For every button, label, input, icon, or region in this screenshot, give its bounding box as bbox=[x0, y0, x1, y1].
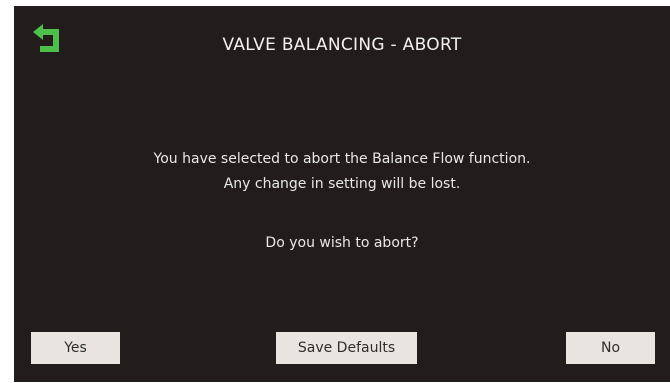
no-button[interactable]: No bbox=[566, 332, 655, 364]
abort-message-line-1: You have selected to abort the Balance F… bbox=[153, 151, 531, 167]
save-defaults-button[interactable]: Save Defaults bbox=[276, 332, 417, 364]
abort-message-line-2: Any change in setting will be lost. bbox=[223, 176, 461, 192]
page-title: VALVE BALANCING - ABORT bbox=[222, 35, 462, 55]
yes-button[interactable]: Yes bbox=[31, 332, 120, 364]
abort-screen: VALVE BALANCING - ABORT You have selecte… bbox=[14, 6, 670, 382]
abort-question: Do you wish to abort? bbox=[265, 235, 419, 251]
